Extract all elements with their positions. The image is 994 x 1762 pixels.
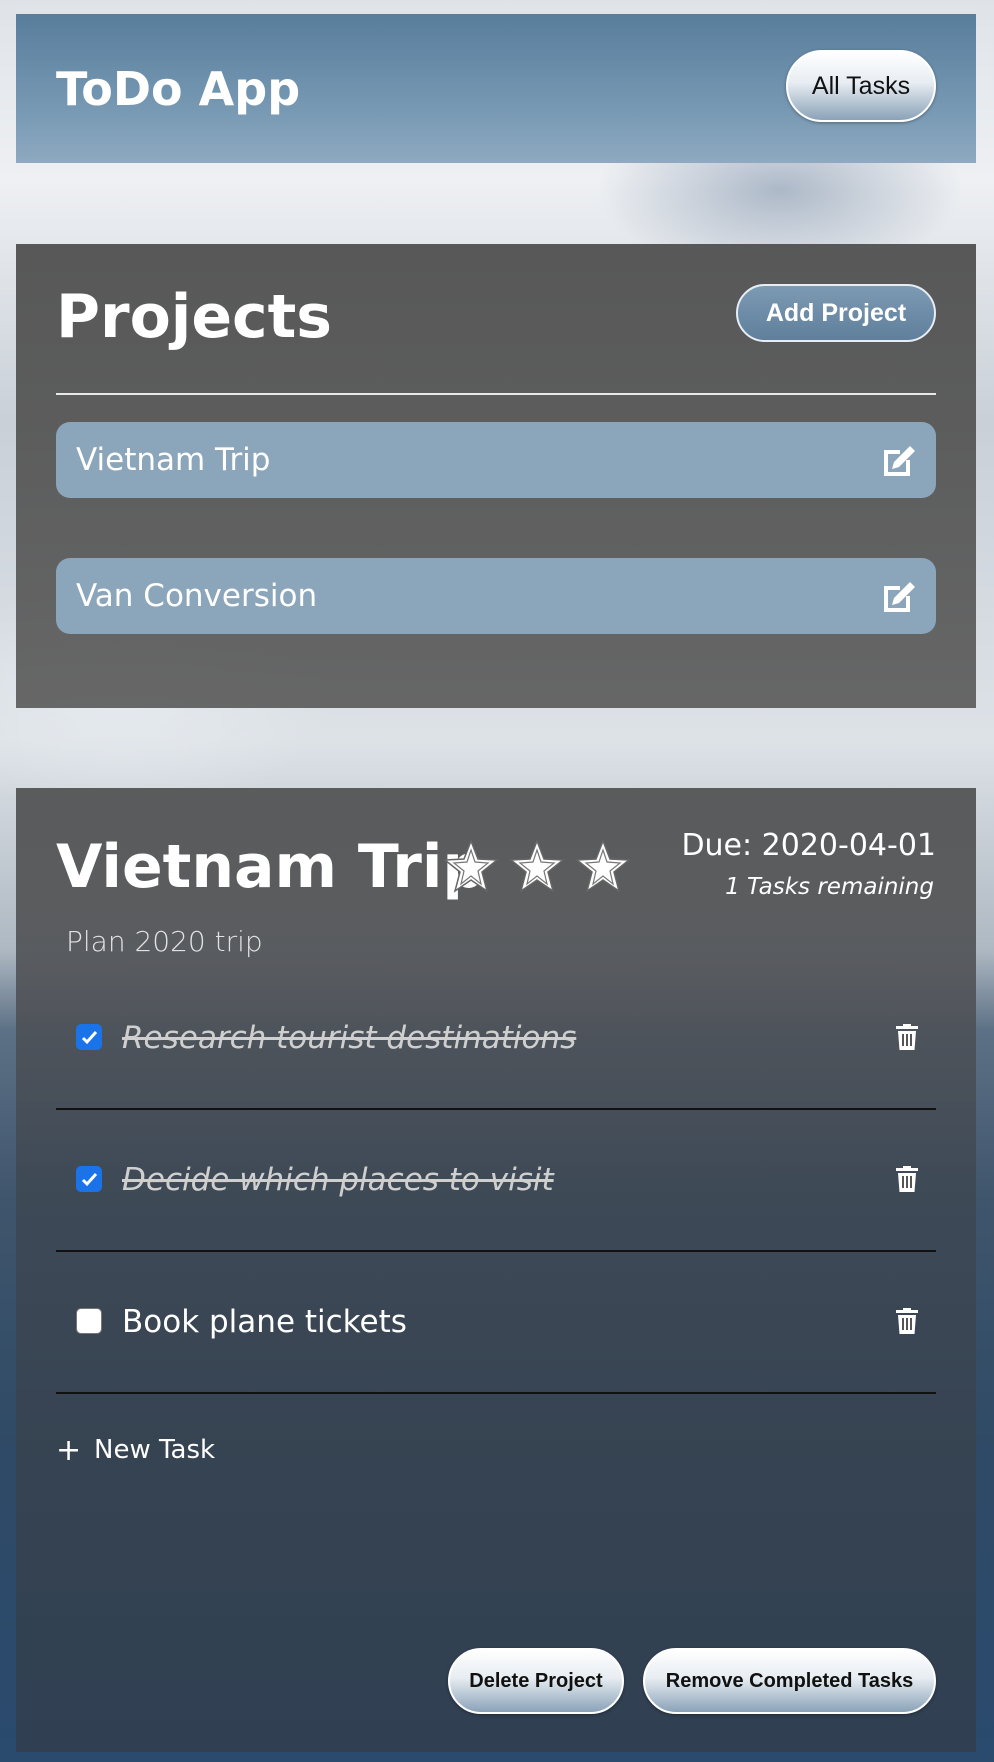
projects-panel: Projects Add Project Vietnam Trip Van Co… [16,244,976,708]
tasks-remaining: 1 Tasks remaining [725,874,934,900]
star-icon[interactable] [442,838,500,896]
edit-icon[interactable] [880,578,918,614]
task-row: Book plane tickets [56,1252,936,1394]
due-date: Due: 2020-04-01 [681,828,936,863]
project-description: Plan 2020 trip [66,925,263,958]
task-checkbox[interactable] [76,1166,102,1192]
priority-rating[interactable] [442,838,632,896]
new-task-button[interactable]: + New Task [56,1433,215,1468]
task-row: Decide which places to visit [56,1110,936,1252]
project-detail-title: Vietnam Trip [56,832,486,902]
project-item-label: Van Conversion [76,578,318,614]
project-detail-panel: Vietnam Trip Due: 2020-04-01 1 Tasks rem… [16,788,976,1752]
task-label: Book plane tickets [122,1304,407,1340]
project-item-vietnam-trip[interactable]: Vietnam Trip [56,422,936,498]
plus-icon: + [56,1433,82,1468]
task-row: Research tourist destinations [56,968,936,1110]
app-header: ToDo App All Tasks [16,14,976,163]
trash-icon[interactable] [896,1308,918,1334]
project-item-label: Vietnam Trip [76,442,271,478]
project-item-van-conversion[interactable]: Van Conversion [56,558,936,634]
task-checkbox[interactable] [76,1024,102,1050]
remove-completed-tasks-button[interactable]: Remove Completed Tasks [643,1648,936,1714]
task-checkbox[interactable] [76,1308,102,1334]
new-task-label: New Task [94,1435,216,1465]
star-icon[interactable] [508,838,566,896]
delete-project-button[interactable]: Delete Project [448,1648,624,1714]
trash-icon[interactable] [896,1024,918,1050]
projects-title: Projects [56,282,333,352]
trash-icon[interactable] [896,1166,918,1192]
projects-divider [56,393,936,395]
star-icon[interactable] [574,838,632,896]
all-tasks-button[interactable]: All Tasks [786,50,936,122]
app-title: ToDo App [56,62,301,116]
add-project-button[interactable]: Add Project [736,284,936,342]
edit-icon[interactable] [880,442,918,478]
task-label: Decide which places to visit [122,1162,554,1198]
task-label: Research tourist destinations [122,1020,577,1056]
